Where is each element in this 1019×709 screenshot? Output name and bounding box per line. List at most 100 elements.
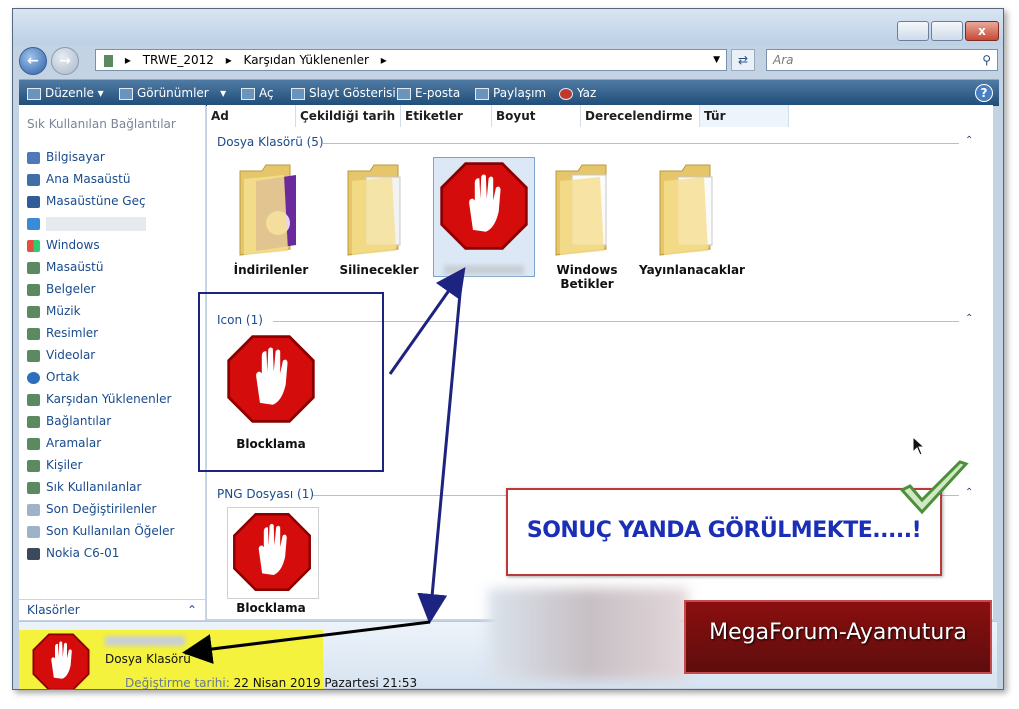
- folder-icon: [104, 54, 113, 67]
- sidebar-item-desktop[interactable]: Masaüstü: [27, 257, 103, 277]
- blurred-region: [488, 588, 688, 680]
- file-name: Silinecekler: [339, 263, 419, 277]
- breadcrumb-item[interactable]: TRWE_2012: [143, 53, 214, 67]
- views-button[interactable]: Görünümler ▾: [119, 80, 226, 106]
- annotation-box: [198, 292, 384, 472]
- sidebar-item-pictures[interactable]: Resimler: [27, 323, 98, 343]
- sidebar-item-documents[interactable]: Belgeler: [27, 279, 96, 299]
- sidebar-item-main-desktop[interactable]: Ana Masaüstü: [27, 169, 130, 189]
- recent-items-icon: [27, 525, 40, 538]
- slideshow-icon: [291, 87, 305, 100]
- folder-icon: [239, 164, 296, 256]
- sidebar-item-favorites[interactable]: Sık Kullanılanlar: [27, 477, 141, 497]
- folder-icon: [27, 261, 40, 274]
- refresh-button[interactable]: ⇄: [731, 49, 755, 71]
- column-header-size[interactable]: Boyut: [492, 105, 581, 127]
- column-header-date-taken[interactable]: Çekildiği tarih: [296, 105, 401, 127]
- share-button[interactable]: Paylaşım: [475, 80, 546, 106]
- email-button[interactable]: E-posta: [397, 80, 460, 106]
- chevron-up-icon: ⌃: [186, 603, 197, 617]
- address-dropdown-icon[interactable]: ▼: [713, 50, 720, 70]
- title-bar: x: [13, 9, 1003, 45]
- column-header-rating[interactable]: Derecelendirme: [581, 105, 700, 127]
- sidebar-item-videos[interactable]: Videolar: [27, 345, 95, 365]
- sidebar-item-nokia[interactable]: Nokia C6-01: [27, 543, 119, 563]
- folder-icon: [27, 393, 40, 406]
- watermark-logo: MegaForum-Ayamutura: [684, 600, 992, 674]
- sidebar-item-show-desktop[interactable]: Masaüstüne Geç: [27, 191, 146, 211]
- folders-toggle[interactable]: Klasörler ⌃: [19, 599, 205, 620]
- stop-hand-icon: [32, 633, 90, 689]
- sidebar-item-computer[interactable]: Bilgisayar: [27, 147, 105, 167]
- search-input[interactable]: Ara ⚲: [766, 49, 998, 71]
- stop-hand-icon: [233, 513, 311, 591]
- breadcrumb-separator: ▸: [124, 53, 131, 67]
- back-button[interactable]: ←: [19, 47, 47, 75]
- sidebar-item-windows[interactable]: Windows: [27, 235, 100, 255]
- maximize-button[interactable]: [931, 21, 963, 41]
- organize-button[interactable]: Düzenle ▾: [27, 80, 104, 106]
- breadcrumb-item[interactable]: Karşıdan Yüklenenler: [244, 53, 369, 67]
- desktop-icon: [27, 195, 40, 208]
- sidebar-item-music[interactable]: Müzik: [27, 301, 81, 321]
- chevron-up-icon[interactable]: ⌃: [965, 135, 973, 146]
- sidebar-item-links[interactable]: Bağlantılar: [27, 411, 111, 431]
- annotation-banner: SONUÇ YANDA GÖRÜLMEKTE.....!: [506, 488, 942, 576]
- desktop-icon: [27, 173, 40, 186]
- folder-item-selected[interactable]: [433, 157, 535, 277]
- open-button[interactable]: Aç: [241, 80, 274, 106]
- views-icon: [119, 87, 133, 100]
- organize-icon: [27, 87, 41, 100]
- checkmark-icon: [900, 460, 969, 515]
- share-icon: [475, 87, 489, 100]
- group-header-folders[interactable]: Dosya Klasörü (5): [217, 135, 324, 149]
- sidebar-item-downloads[interactable]: Karşıdan Yüklenenler: [27, 389, 171, 409]
- group-divider: [323, 143, 959, 144]
- folder-icon: [27, 481, 40, 494]
- folder-icon: [27, 349, 40, 362]
- forward-button[interactable]: →: [51, 47, 79, 75]
- breadcrumb-separator: ▸: [380, 53, 387, 67]
- search-folder-icon: [27, 503, 40, 516]
- minimize-button[interactable]: [897, 21, 929, 41]
- blurred-name: [105, 636, 185, 646]
- sidebar-item-public[interactable]: Ortak: [27, 367, 79, 387]
- info-icon: [27, 371, 40, 384]
- file-name-blurred: [434, 264, 534, 278]
- folder-icon: [347, 164, 401, 256]
- sidebar-item-hidden[interactable]: [27, 213, 146, 233]
- folder-icon: [555, 164, 607, 256]
- column-header-type[interactable]: Tür: [700, 105, 789, 127]
- help-icon[interactable]: ?: [975, 80, 993, 106]
- column-header-name[interactable]: Ad: [207, 105, 296, 127]
- file-name: İndirilenler: [233, 263, 309, 277]
- group-header-png[interactable]: PNG Dosyası (1): [217, 487, 314, 501]
- slideshow-button[interactable]: Slayt Gösterisi: [291, 80, 396, 106]
- sidebar-item-recently-changed[interactable]: Son Değiştirilenler: [27, 499, 156, 519]
- modified-date: Değiştirme tarihi: 22 Nisan 2019 Pazarte…: [125, 676, 418, 690]
- navigation-pane: Sık Kullanılan Bağlantılar Bilgisayar An…: [19, 105, 206, 619]
- sidebar-item-searches[interactable]: Aramalar: [27, 433, 101, 453]
- column-header-tags[interactable]: Etiketler: [401, 105, 492, 127]
- folder-icon: [27, 437, 40, 450]
- burn-button[interactable]: Yaz: [559, 80, 596, 106]
- phone-icon: [27, 547, 40, 560]
- address-bar[interactable]: ▸ TRWE_2012 ▸ Karşıdan Yüklenenler ▸ ▼: [95, 49, 727, 71]
- windows-icon: [27, 239, 40, 252]
- command-bar: Düzenle ▾ Görünümler ▾ Aç Slayt Gösteris…: [19, 79, 999, 106]
- chevron-up-icon[interactable]: ⌃: [965, 313, 973, 324]
- search-placeholder: Ara: [773, 53, 794, 67]
- open-icon: [241, 87, 255, 100]
- search-icon[interactable]: ⚲: [982, 50, 991, 70]
- close-button[interactable]: x: [965, 21, 999, 41]
- email-icon: [397, 87, 411, 100]
- sidebar-item-contacts[interactable]: Kişiler: [27, 455, 82, 475]
- address-row: ← → ▸ TRWE_2012 ▸ Karşıdan Yüklenenler ▸…: [19, 45, 998, 75]
- sidebar-item-recent-items[interactable]: Son Kullanılan Öğeler: [27, 521, 174, 541]
- network-icon: [27, 217, 40, 230]
- item-type: Dosya Klasörü: [105, 652, 191, 666]
- burn-icon: [559, 87, 573, 100]
- folder-icon: [27, 283, 40, 296]
- contacts-icon: [27, 459, 40, 472]
- computer-icon: [27, 151, 40, 164]
